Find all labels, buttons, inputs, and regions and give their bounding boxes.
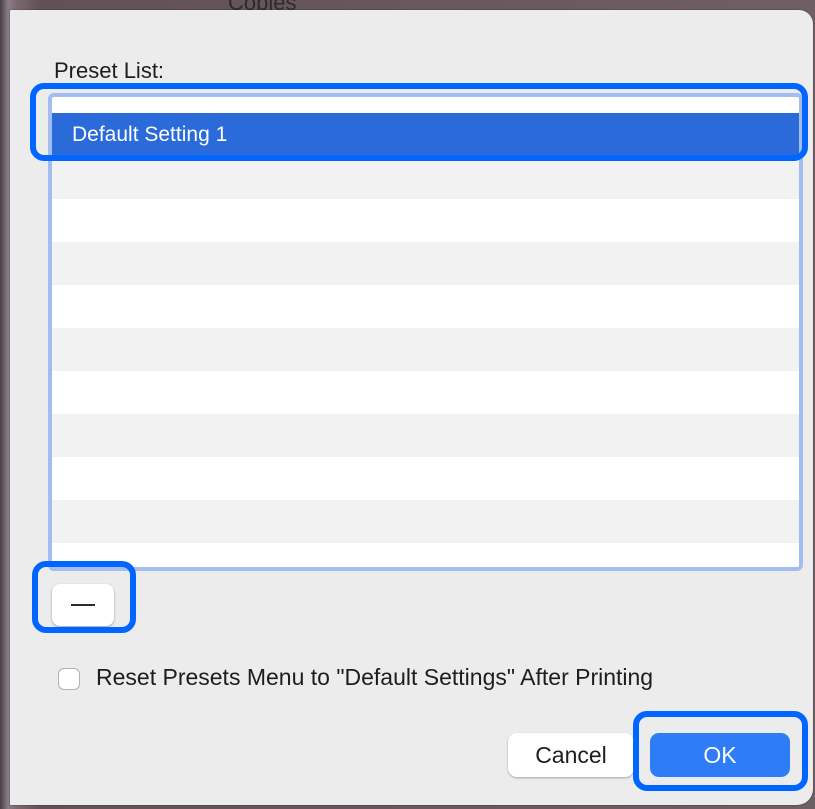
- cancel-button[interactable]: Cancel: [508, 733, 634, 777]
- reset-presets-label[interactable]: Reset Presets Menu to "Default Settings"…: [96, 664, 653, 691]
- preset-list[interactable]: Default Setting 1: [48, 93, 803, 571]
- list-row-empty: [52, 371, 799, 414]
- minus-icon: [71, 604, 95, 606]
- preset-list-rows: Default Setting 1: [52, 97, 799, 567]
- preset-list-dialog: Preset List: Default Setting 1 Reset Pre…: [10, 10, 813, 805]
- preset-list-item-default-setting-1[interactable]: Default Setting 1: [52, 113, 799, 156]
- ok-button[interactable]: OK: [650, 733, 790, 777]
- list-row-empty: [52, 156, 799, 199]
- list-row-empty: [52, 328, 799, 371]
- list-row-empty: [52, 199, 799, 242]
- list-row-empty: [52, 242, 799, 285]
- remove-preset-button[interactable]: [52, 584, 114, 626]
- list-row-empty: [52, 457, 799, 500]
- preset-list-title: Preset List:: [54, 58, 165, 83]
- list-row-empty: [52, 414, 799, 457]
- reset-presets-checkbox[interactable]: [58, 668, 80, 690]
- list-row-empty: [52, 543, 799, 567]
- list-row-empty: [52, 285, 799, 328]
- list-row-empty: [52, 500, 799, 543]
